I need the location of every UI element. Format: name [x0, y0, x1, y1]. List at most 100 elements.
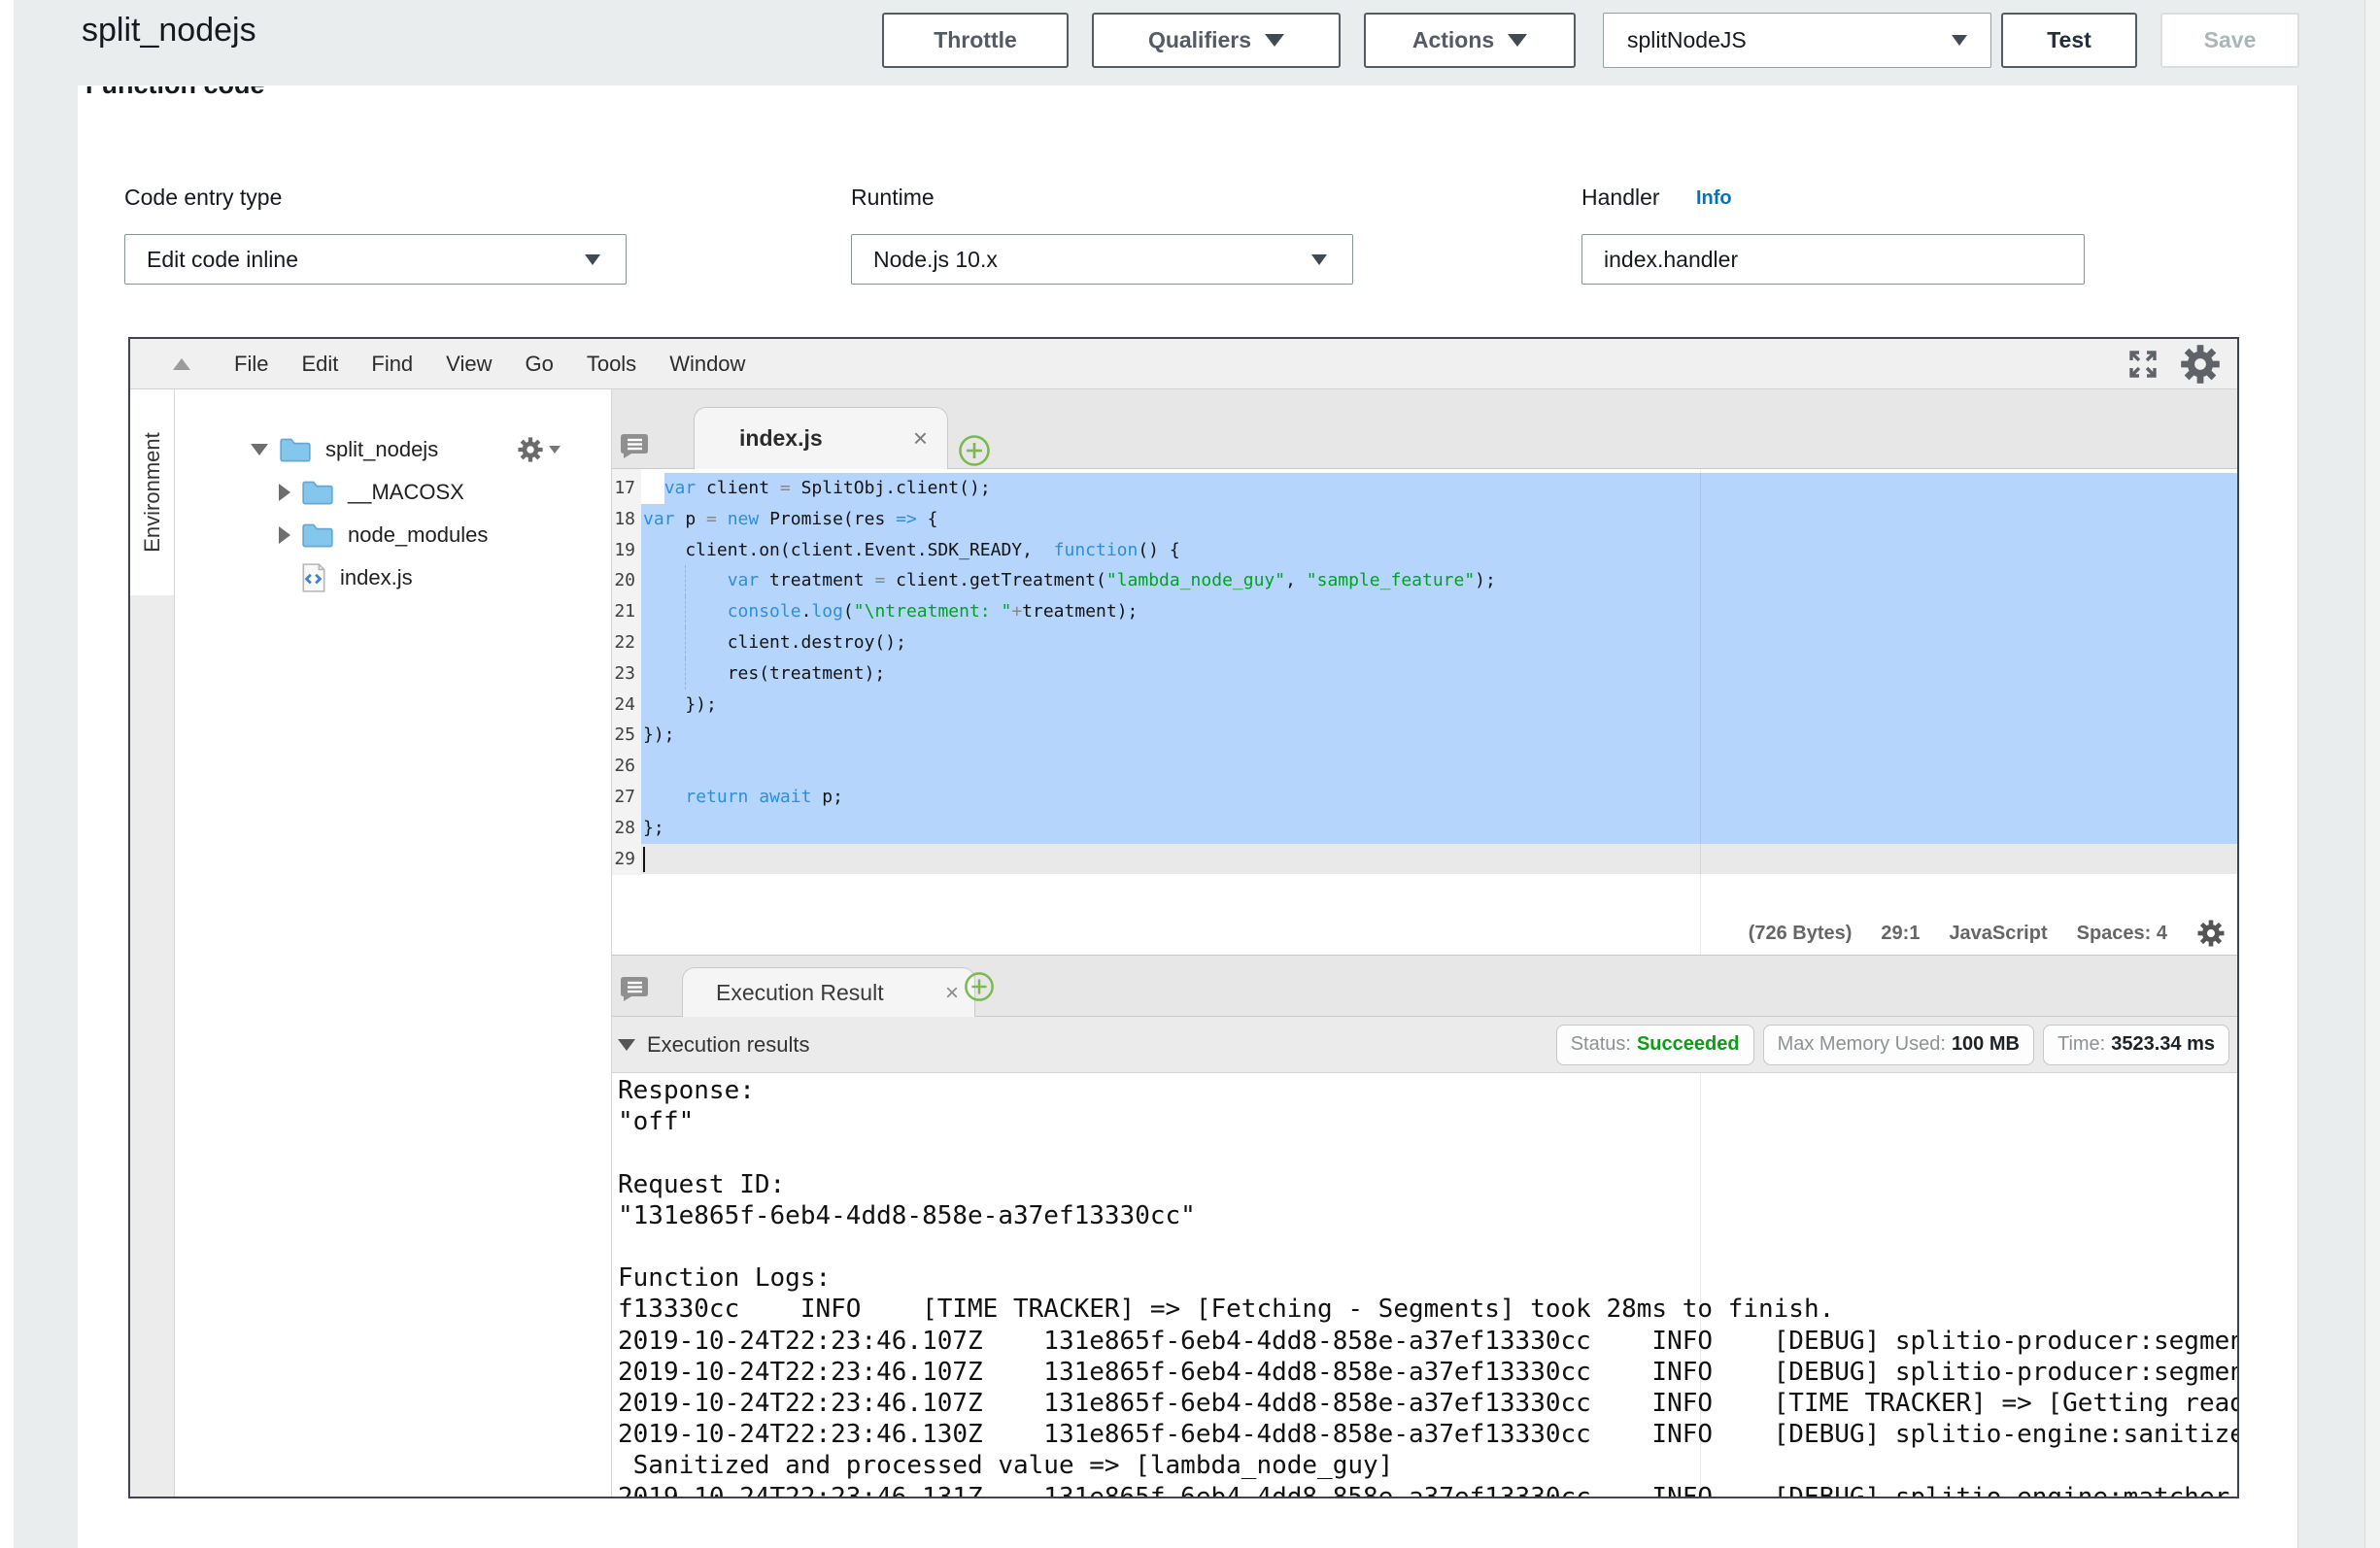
folder-collapsed-icon[interactable] [279, 526, 290, 544]
menu-edit[interactable]: Edit [285, 352, 355, 377]
file-size: (726 Bytes) [1749, 923, 1853, 945]
tab-index-js[interactable]: index.js × [694, 407, 948, 469]
tab-execution-result[interactable]: Execution Result × [682, 967, 975, 1018]
runtime-label: Runtime [851, 185, 935, 211]
menu-go[interactable]: Go [508, 352, 569, 377]
folder-icon [278, 435, 313, 464]
tree-settings-gear[interactable] [517, 436, 561, 463]
tree-item-label: index.js [340, 565, 413, 590]
handler-label: Handler [1581, 185, 1660, 211]
collapse-results-icon[interactable] [618, 1039, 635, 1051]
tree-item-split-nodejs[interactable]: split_nodejs [175, 428, 611, 471]
test-event-select-value: splitNodeJS [1627, 27, 1747, 53]
line-number: 24 [612, 690, 635, 721]
code-line[interactable]: 23 res(treatment); [612, 658, 2237, 690]
cursor-position[interactable]: 29:1 [1881, 923, 1920, 945]
menu-find[interactable]: Find [355, 352, 429, 377]
code-line[interactable]: 20 var treatment = client.getTreatment("… [612, 565, 2237, 596]
selection-highlight [641, 751, 2237, 782]
code-line-text: res(treatment); [643, 658, 885, 690]
page-title: split_nodejs [82, 12, 256, 50]
execution-tabbar: Execution Result × [612, 955, 2237, 1017]
new-tab-plus-icon[interactable] [964, 971, 995, 1002]
code-entry-type-select[interactable]: Edit code inline [124, 234, 627, 285]
tab-label: index.js [739, 425, 823, 452]
line-number: 19 [612, 535, 635, 566]
actions-button-label: Actions [1412, 27, 1494, 53]
execution-results-header: Execution results Status: Succeeded Max … [612, 1017, 2237, 1073]
tree-item-label: split_nodejs [325, 437, 438, 462]
code-line[interactable]: 17 var client = SplitObj.client(); [612, 473, 2237, 504]
handler-input[interactable]: index.handler [1581, 234, 2085, 285]
environment-tab[interactable]: Environment [130, 389, 174, 595]
selection-highlight [641, 720, 2237, 751]
text-cursor [643, 847, 645, 872]
tab-list-icon[interactable] [620, 975, 649, 1002]
code-line-text: }; [643, 813, 664, 844]
folder-collapsed-icon[interactable] [279, 484, 290, 501]
qualifiers-button-label: Qualifiers [1148, 27, 1251, 53]
tab-label: Execution Result [716, 980, 884, 1006]
print-margin [1700, 469, 1701, 955]
menu-tools[interactable]: Tools [570, 352, 653, 377]
code-tabbar: index.js × [612, 389, 2237, 469]
handler-info-link[interactable]: Info [1696, 187, 1732, 210]
code-line[interactable]: 27 return await p; [612, 782, 2237, 813]
test-event-select[interactable]: splitNodeJS [1603, 13, 1991, 68]
close-tab-icon[interactable]: × [913, 423, 928, 454]
code-line[interactable]: 18var p = new Promise(res => { [612, 504, 2237, 535]
file-tree: split_nodejs [175, 389, 612, 1497]
menu-view[interactable]: View [429, 352, 508, 377]
page-scrollbar[interactable] [2364, 0, 2380, 1548]
window-edge [0, 0, 14, 1548]
tree-item-index-js[interactable]: index.js [175, 556, 611, 599]
chevron-down-icon [549, 446, 561, 454]
runtime-select[interactable]: Node.js 10.x [851, 234, 1353, 285]
code-line[interactable]: 29 [612, 844, 2237, 875]
menu-window[interactable]: Window [653, 352, 762, 377]
qualifiers-button[interactable]: Qualifiers [1092, 13, 1341, 68]
time-badge: Time: 3523.34 ms [2043, 1025, 2229, 1065]
tree-item-label: node_modules [348, 522, 488, 548]
collapse-menu-icon[interactable] [173, 358, 190, 370]
line-number: 26 [612, 751, 635, 782]
code-line[interactable]: 26 [612, 751, 2237, 782]
statusbar-gear-icon[interactable] [2196, 919, 2226, 948]
editor-settings-gear-icon[interactable] [2179, 343, 2222, 386]
fullscreen-icon[interactable] [2128, 350, 2158, 379]
throttle-button[interactable]: Throttle [882, 13, 1069, 68]
throttle-button-label: Throttle [934, 27, 1017, 53]
language-mode[interactable]: JavaScript [1949, 923, 2047, 945]
runtime-value: Node.js 10.x [873, 247, 998, 273]
code-line[interactable]: 25}); [612, 720, 2237, 751]
code-line[interactable]: 24 }); [612, 690, 2237, 721]
code-editor-area[interactable]: 17 var client = SplitObj.client();18var … [612, 469, 2237, 955]
indentation-setting[interactable]: Spaces: 4 [2077, 923, 2167, 945]
folder-expanded-icon[interactable] [251, 444, 268, 455]
menu-file[interactable]: File [218, 352, 285, 377]
code-line[interactable]: 22 client.destroy(); [612, 627, 2237, 658]
editor-statusbar: (726 Bytes) 29:1 JavaScript Spaces: 4 [1749, 912, 2237, 955]
close-tab-icon[interactable]: × [945, 980, 959, 1007]
execution-log-output[interactable]: Response: "off" Request ID: "131e865f-6e… [612, 1073, 2237, 1497]
tree-item-macosx[interactable]: __MACOSX [175, 471, 611, 514]
cloud9-editor: File Edit Find View Go Tools Window [128, 337, 2239, 1498]
new-tab-plus-icon[interactable] [958, 434, 991, 467]
code-line-text: var p = new Promise(res => { [643, 504, 938, 535]
save-button[interactable]: Save [2160, 13, 2299, 68]
gear-icon [517, 436, 544, 463]
code-line[interactable]: 19 client.on(client.Event.SDK_READY, fun… [612, 535, 2237, 566]
clipped-section-heading: Function code [85, 86, 416, 97]
js-file-icon [300, 562, 327, 593]
chevron-down-icon [1265, 34, 1284, 47]
environment-tab-label: Environment [140, 432, 165, 553]
test-button[interactable]: Test [2001, 13, 2137, 68]
tree-item-node-modules[interactable]: node_modules [175, 514, 611, 556]
actions-button[interactable]: Actions [1364, 13, 1576, 68]
code-line[interactable]: 21 console.log("\ntreatment: "+treatment… [612, 596, 2237, 627]
status-badge: Status: Succeeded [1556, 1025, 1754, 1065]
chevron-down-icon [585, 254, 600, 265]
tab-list-icon[interactable] [620, 432, 649, 459]
active-line-highlight [641, 844, 2237, 875]
code-line[interactable]: 28}; [612, 813, 2237, 844]
